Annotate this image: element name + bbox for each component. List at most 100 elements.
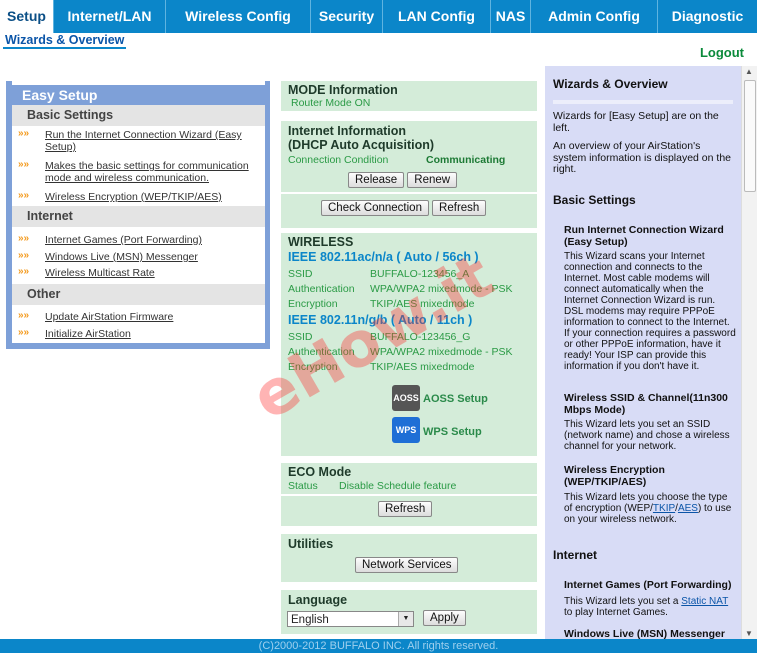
double-arrow-icon: »»	[18, 233, 30, 244]
help-ssid-title: Wireless SSID & Channel(11n300 Mbps Mode…	[564, 392, 728, 416]
wireless-box: WIRELESS IEEE 802.11ac/n/a ( Auto / 56ch…	[281, 233, 537, 456]
tab-nas[interactable]: NAS	[491, 0, 531, 33]
auth-value: WPA/WPA2 mixedmode - PSK	[370, 346, 513, 358]
help-enc-text: This Wizard lets you choose the type of …	[564, 492, 736, 525]
link-multicast-rate[interactable]: »» Wireless Multicast Rate	[18, 266, 258, 281]
help-intro-2: An overview of your AirStation's system …	[553, 140, 732, 175]
eco-status-value: Disable Schedule feature	[339, 480, 457, 492]
link-label[interactable]: Wireless Encryption (WEP/TKIP/AES)	[45, 191, 222, 203]
link-update-firmware[interactable]: »» Update AirStation Firmware	[18, 310, 258, 325]
double-arrow-icon: »»	[18, 327, 30, 338]
tab-admin-config[interactable]: Admin Config	[531, 0, 658, 33]
connection-condition-value: Communicating	[426, 154, 506, 166]
internet-information-box: Internet Information (DHCP Auto Acquisit…	[281, 121, 537, 228]
tab-lan-config[interactable]: LAN Config	[383, 0, 491, 33]
link-label[interactable]: Windows Live (MSN) Messenger	[45, 251, 198, 263]
enc-value: TKIP/AES mixedmode	[370, 361, 475, 373]
group-internet: Internet	[12, 206, 265, 227]
eco-mode-box: ECO Mode Status Disable Schedule feature…	[281, 463, 537, 526]
language-select[interactable]: English ▼	[287, 611, 414, 627]
scroll-up-icon[interactable]: ▲	[745, 67, 753, 76]
group-basic-settings: Basic Settings	[12, 105, 265, 126]
band-5ghz-title: IEEE 802.11ac/n/a ( Auto / 56ch )	[288, 250, 479, 264]
enc-label: Encryption	[288, 298, 338, 310]
double-arrow-icon: »»	[18, 310, 30, 321]
static-nat-link[interactable]: Static NAT	[681, 596, 728, 607]
link-label[interactable]: Makes the basic settings for communicati…	[45, 160, 260, 184]
auth-value: WPA/WPA2 mixedmode - PSK	[370, 283, 513, 295]
help-enc-title: Wireless Encryption (WEP/TKIP/AES)	[564, 464, 665, 488]
divider	[281, 494, 537, 496]
refresh-button[interactable]: Refresh	[432, 200, 487, 216]
link-label[interactable]: Initialize AirStation	[45, 328, 131, 340]
renew-button[interactable]: Renew	[407, 172, 458, 188]
help-internet-heading: Internet	[553, 548, 598, 562]
easy-setup-title: Easy Setup	[12, 85, 265, 105]
apply-button[interactable]: Apply	[423, 610, 466, 626]
check-refresh-group: Check Connection Refresh	[321, 200, 487, 216]
language-selected: English	[291, 614, 329, 626]
aes-link[interactable]: AES	[678, 503, 698, 514]
connection-condition-label: Connection Condition	[288, 154, 389, 166]
chevron-down-icon[interactable]: ▼	[398, 612, 413, 626]
eco-title: ECO Mode	[288, 465, 352, 479]
tab-diagnostic[interactable]: Diagnostic	[658, 0, 757, 33]
tkip-link[interactable]: TKIP	[653, 503, 675, 514]
ssid-label: SSID	[288, 268, 313, 280]
check-connection-button[interactable]: Check Connection	[321, 200, 429, 216]
scroll-down-icon[interactable]: ▼	[745, 629, 753, 638]
aoss-icon[interactable]: AOSS	[392, 385, 420, 411]
subtab-wizards-overview[interactable]: Wizards & Overview	[3, 33, 127, 49]
text: to play Internet Games.	[564, 607, 668, 618]
tab-security[interactable]: Security	[311, 0, 383, 33]
eco-refresh-button[interactable]: Refresh	[378, 501, 433, 517]
link-initialize[interactable]: »» Initialize AirStation	[18, 327, 258, 342]
link-run-wizard[interactable]: »» Run the Internet Connection Wizard (E…	[18, 128, 258, 155]
enc-label: Encryption	[288, 361, 338, 373]
band-24ghz-title: IEEE 802.11n/g/b ( Auto / 11ch )	[288, 313, 473, 327]
link-label[interactable]: Update AirStation Firmware	[45, 311, 173, 323]
logout-link[interactable]: Logout	[700, 45, 744, 60]
tab-wireless-config[interactable]: Wireless Config	[166, 0, 311, 33]
link-internet-games[interactable]: »» Internet Games (Port Forwarding)	[18, 233, 258, 248]
link-wireless-encryption[interactable]: »» Wireless Encryption (WEP/TKIP/AES)	[18, 190, 258, 205]
wps-icon[interactable]: WPS	[392, 417, 420, 443]
help-scrollbar[interactable]: ▲ ▼	[741, 66, 757, 639]
wps-setup-link[interactable]: WPS Setup	[423, 426, 482, 438]
tab-internet-lan[interactable]: Internet/LAN	[54, 0, 166, 33]
link-msn-messenger[interactable]: »» Windows Live (MSN) Messenger	[18, 250, 258, 265]
sub-navigation: Wizards & Overview	[0, 33, 757, 51]
double-arrow-icon: »»	[18, 250, 30, 261]
double-arrow-icon: »»	[18, 190, 30, 201]
ssid-value: BUFFALO-123456_A	[370, 268, 470, 280]
auth-label: Authentication	[288, 346, 355, 358]
group-other: Other	[12, 284, 265, 305]
help-run-title: Run Internet Connection Wizard (Easy Set…	[564, 224, 724, 248]
eco-status-label: Status	[288, 480, 318, 492]
release-button[interactable]: Release	[348, 172, 405, 188]
aoss-setup-link[interactable]: AOSS Setup	[423, 393, 488, 405]
network-services-button[interactable]: Network Services	[355, 557, 459, 573]
text: This Wizard lets you set a	[564, 596, 682, 607]
double-arrow-icon: »»	[18, 266, 30, 277]
internet-subtitle: (DHCP Auto Acquisition)	[288, 138, 435, 152]
link-basic-settings[interactable]: »» Makes the basic settings for communic…	[18, 159, 260, 186]
footer-copyright: (C)2000-2012 BUFFALO INC. All rights res…	[0, 639, 757, 653]
scroll-thumb[interactable]	[744, 80, 756, 192]
double-arrow-icon: »»	[18, 128, 30, 139]
release-renew-group: Release Renew	[348, 172, 458, 188]
link-label[interactable]: Internet Games (Port Forwarding)	[45, 234, 202, 246]
enc-value: TKIP/AES mixedmode	[370, 298, 475, 310]
link-label[interactable]: Run the Internet Connection Wizard (Easy…	[45, 129, 255, 153]
language-box: Language English ▼ Apply	[281, 590, 537, 634]
auth-label: Authentication	[288, 283, 355, 295]
mode-title: MODE Information	[288, 83, 398, 97]
help-run-text: This Wizard scans your Internet connecti…	[564, 251, 736, 372]
help-ssid-text: This Wizard lets you set an SSID (networ…	[564, 419, 730, 452]
link-label[interactable]: Wireless Multicast Rate	[45, 267, 155, 279]
wireless-title: WIRELESS	[288, 235, 354, 249]
mode-value: Router Mode ON	[291, 97, 371, 109]
language-title: Language	[288, 593, 348, 607]
tab-setup[interactable]: Setup	[0, 0, 54, 33]
help-msn-title: Windows Live (MSN) Messenger	[564, 628, 725, 639]
